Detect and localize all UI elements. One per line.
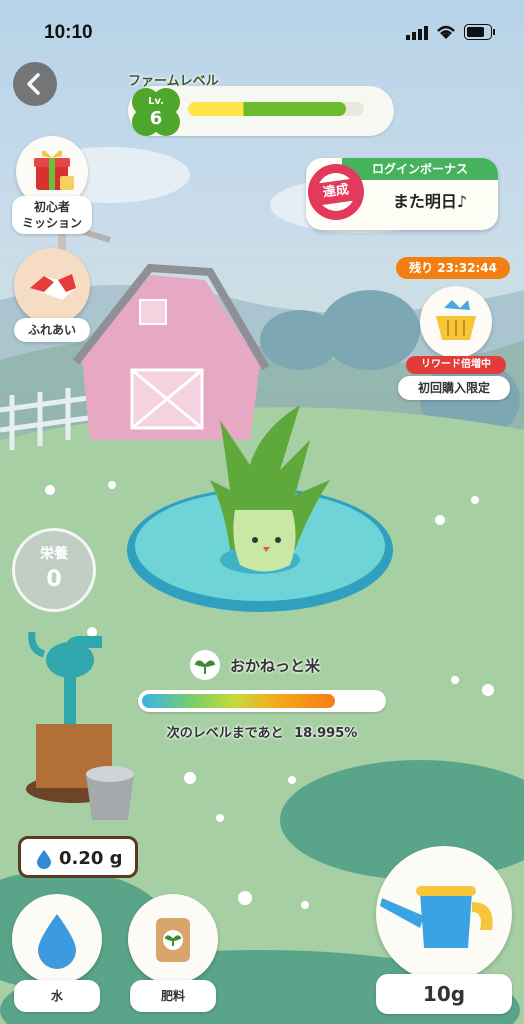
level-clover-badge: Lv. 6 — [128, 84, 184, 140]
water-amount-value: 0.20 g — [59, 848, 123, 869]
water-drop-icon — [37, 850, 51, 869]
pond-plant-illustration[interactable] — [110, 400, 410, 630]
battery-icon — [464, 24, 495, 40]
offer-timer: 残り 23:32:44 — [396, 257, 510, 279]
water-button[interactable] — [12, 894, 102, 984]
sprout-icon — [190, 650, 220, 680]
watering-can-icon — [380, 886, 493, 948]
nutrition-label: 栄養 — [40, 546, 68, 562]
watering-can-button[interactable] — [376, 846, 512, 982]
beginner-mission-label[interactable]: 初心者 ミッション — [12, 196, 92, 234]
growth-text: 次のレベルまであと 18.995% — [138, 722, 386, 741]
plant-name: おかねっと米 — [230, 657, 321, 675]
login-bonus-header: ログインボーナス — [342, 158, 498, 180]
chevron-left-icon — [27, 73, 40, 95]
farm-level-progress — [188, 102, 364, 116]
first-purchase-button[interactable] — [420, 286, 492, 358]
farm-level-progress-fill — [188, 102, 347, 116]
level-prefix: Lv. — [148, 96, 164, 107]
fertilizer-button-label[interactable]: 肥料 — [130, 980, 216, 1012]
growth-label: 次のレベルまであと — [166, 726, 284, 741]
login-bonus-message: また明日♪ — [392, 192, 468, 211]
status-bar: 10:10 — [0, 0, 524, 66]
fureai-button[interactable] — [14, 248, 90, 324]
fertilizer-bag-icon — [156, 918, 190, 962]
fureai-label[interactable]: ふれあい — [14, 318, 90, 342]
nutrition-indicator: 栄養 0 — [12, 528, 96, 612]
water-drop-icon — [38, 914, 76, 969]
fertilizer-button[interactable] — [128, 894, 218, 984]
growth-percent: 18.995% — [294, 726, 358, 741]
nutrition-value: 0 — [46, 567, 62, 592]
status-time: 10:10 — [44, 22, 93, 43]
wifi-icon — [437, 25, 455, 39]
water-button-label[interactable]: 水 — [14, 980, 100, 1012]
watering-can-amount[interactable]: 10g — [376, 974, 512, 1014]
login-achieved-badge: 達成 — [308, 164, 364, 220]
first-purchase-label[interactable]: 初回購入限定 — [398, 376, 510, 400]
signal-icon — [406, 26, 428, 40]
growth-progress-fill — [142, 694, 335, 708]
achieved-stamp: 達成 — [312, 178, 360, 206]
plant-name-row: おかねっと米 — [190, 650, 340, 680]
handshake-icon — [30, 274, 76, 300]
basket-icon — [436, 300, 476, 340]
reward-boost-tag: リワード倍増中 — [406, 356, 506, 374]
farm-screen: 10:10 ファームレベル Lv. 6 初心者 ミッション ふれあい ログインボ… — [0, 0, 524, 1024]
level-number: 6 — [149, 108, 163, 129]
growth-progress — [138, 690, 386, 712]
back-button[interactable] — [13, 62, 57, 106]
water-amount-display: 0.20 g — [18, 836, 138, 878]
water-pump-illustration[interactable] — [14, 614, 164, 834]
